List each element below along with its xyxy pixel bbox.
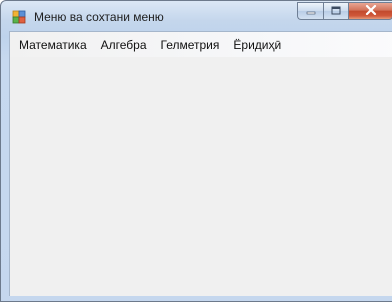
minimize-button[interactable]	[297, 2, 323, 20]
menu-bar: Математика Алгебра Гелметрия Ёридиҳӣ	[10, 32, 392, 57]
form-icon	[12, 10, 26, 24]
maximize-button[interactable]	[323, 2, 349, 20]
window-title: Меню ва сохтани меню	[34, 10, 164, 24]
title-bar[interactable]: Меню ва сохтани меню	[1, 1, 392, 31]
form-client-area: Математика Алгебра Гелметрия Ёридиҳӣ	[9, 31, 392, 296]
close-icon	[365, 2, 377, 20]
close-button[interactable]	[349, 2, 392, 20]
menu-item-help[interactable]: Ёридиҳӣ	[226, 34, 288, 56]
menu-item-mathematics[interactable]: Математика	[12, 34, 94, 56]
maximize-icon	[331, 2, 341, 20]
caption-buttons	[297, 2, 392, 21]
minimize-icon	[306, 2, 316, 20]
menu-item-geometry[interactable]: Гелметрия	[154, 34, 227, 56]
menu-item-algebra[interactable]: Алгебра	[94, 34, 154, 56]
app-window: Меню ва сохтани меню Математика Алгебра …	[0, 0, 392, 302]
